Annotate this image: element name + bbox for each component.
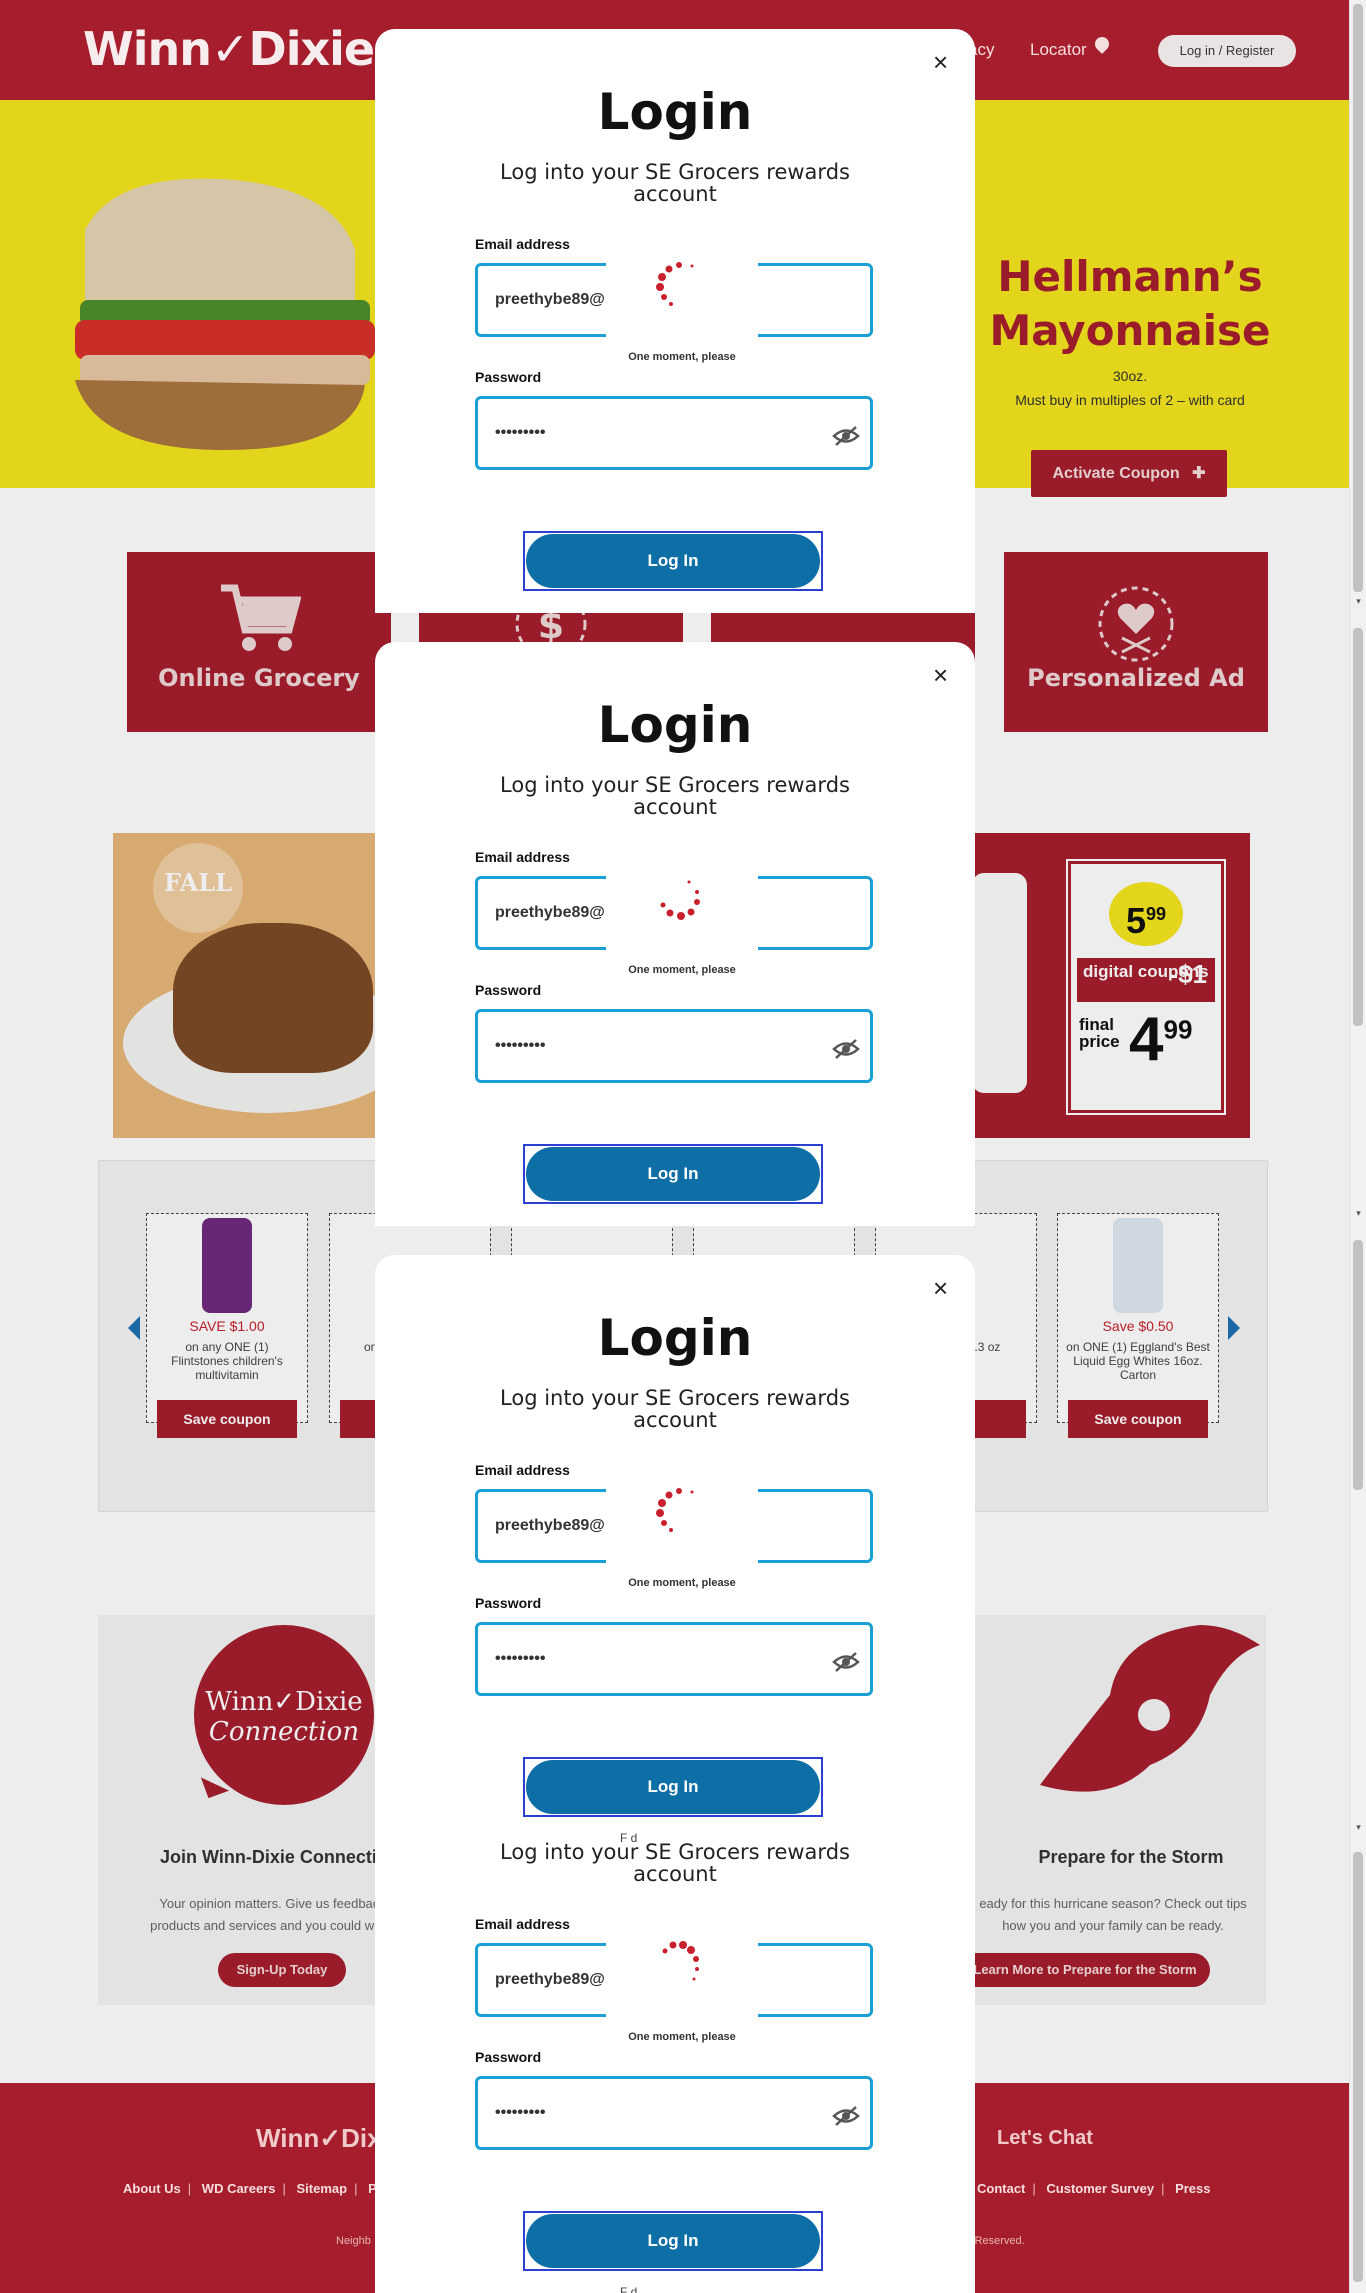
login-subtitle: Log into your SE Grocers rewards account bbox=[500, 1386, 850, 1432]
password-label: Password bbox=[475, 369, 542, 385]
location-pin-icon bbox=[1092, 34, 1112, 54]
scroll-down-arrow-icon[interactable]: ▾ bbox=[1353, 1822, 1364, 1832]
lets-chat-link[interactable]: Let's Chat bbox=[997, 2127, 1093, 2150]
login-subtitle: Log into your SE Grocers rewards account bbox=[500, 773, 850, 819]
scrollbar-thumb[interactable] bbox=[1353, 4, 1363, 592]
loading-indicator: One moment, please bbox=[606, 1481, 758, 1591]
login-title: Login bbox=[597, 696, 753, 754]
email-label: Email address bbox=[475, 1462, 570, 1478]
scroll-down-arrow-icon[interactable]: ▾ bbox=[1353, 1208, 1364, 1218]
login-button[interactable]: Log In bbox=[526, 1760, 820, 1814]
loading-text: One moment, please bbox=[628, 2031, 736, 2043]
hide-password-icon[interactable] bbox=[832, 425, 860, 447]
login-button[interactable]: Log In bbox=[526, 2214, 820, 2268]
login-button[interactable]: Log In bbox=[526, 1147, 820, 1201]
footer-link-contact[interactable]: Contact bbox=[977, 2181, 1025, 2196]
login-modal: × Login Log into your SE Grocers rewards… bbox=[375, 642, 975, 1226]
scrollbar-thumb[interactable] bbox=[1353, 1852, 1363, 2282]
forgot-password-partial[interactable]: F d bbox=[620, 2285, 637, 2293]
password-value: ••••••••• bbox=[495, 1650, 546, 1667]
email-value: preethybe89@ bbox=[495, 291, 605, 308]
login-title: Login bbox=[597, 83, 753, 141]
page-scrollbar[interactable]: ▾ ▾ ▾ bbox=[1349, 0, 1366, 2293]
spinner-icon bbox=[662, 1941, 699, 1981]
footer-copyright-left: Neighb bbox=[336, 2235, 371, 2247]
hide-password-icon[interactable] bbox=[832, 1651, 860, 1673]
login-title: Login bbox=[597, 1309, 753, 1367]
password-field[interactable]: ••••••••• bbox=[475, 1009, 873, 1083]
password-value: ••••••••• bbox=[495, 1037, 546, 1054]
close-icon[interactable]: × bbox=[933, 662, 948, 688]
email-label: Email address bbox=[475, 236, 570, 252]
loading-indicator: One moment, please bbox=[606, 255, 758, 365]
password-field[interactable]: ••••••••• bbox=[475, 2076, 873, 2150]
spinner-icon bbox=[660, 880, 700, 920]
loading-text: One moment, please bbox=[628, 964, 736, 976]
loading-indicator: One moment, please bbox=[606, 868, 758, 978]
login-subtitle: Log into your SE Grocers rewards account bbox=[500, 160, 850, 206]
password-value: ••••••••• bbox=[495, 2104, 546, 2121]
password-label: Password bbox=[475, 2049, 542, 2065]
scrollbar-thumb[interactable] bbox=[1353, 1240, 1363, 1490]
loading-text: One moment, please bbox=[628, 1577, 736, 1589]
winn-dixie-logo[interactable]: Winn✓Dixie bbox=[83, 22, 375, 76]
footer-logo[interactable]: Winn✓Dix bbox=[256, 2123, 382, 2154]
email-value: preethybe89@ bbox=[495, 1517, 605, 1534]
footer-link-sitemap[interactable]: Sitemap bbox=[297, 2181, 348, 2196]
nav-locator-link[interactable]: Locator bbox=[1030, 40, 1087, 60]
scrollbar-thumb[interactable] bbox=[1353, 628, 1363, 1026]
loading-indicator: One moment, please bbox=[606, 1935, 758, 2045]
loading-text: One moment, please bbox=[628, 351, 736, 363]
page: Winn✓Dixie acy Locator Log in / Register… bbox=[0, 0, 1349, 2293]
password-field[interactable]: ••••••••• bbox=[475, 396, 873, 470]
login-button-focus: Log In bbox=[523, 2211, 823, 2271]
password-value: ••••••••• bbox=[495, 424, 546, 441]
email-value: preethybe89@ bbox=[495, 904, 605, 921]
login-modal: × Login Log into your SE Grocers rewards… bbox=[375, 29, 975, 613]
footer-link-about-us[interactable]: About Us bbox=[123, 2181, 181, 2196]
login-button[interactable]: Log In bbox=[526, 534, 820, 588]
login-button-focus: Log In bbox=[523, 1757, 823, 1817]
login-register-button[interactable]: Log in / Register bbox=[1158, 35, 1296, 67]
footer-links-right: Contact | Customer Survey | Press bbox=[977, 2181, 1211, 2196]
footer-link-customer-survey[interactable]: Customer Survey bbox=[1046, 2181, 1154, 2196]
login-button-focus: Log In bbox=[523, 531, 823, 591]
email-label: Email address bbox=[475, 1916, 570, 1932]
email-label: Email address bbox=[475, 849, 570, 865]
close-icon[interactable]: × bbox=[933, 1275, 948, 1301]
spinner-icon bbox=[656, 262, 694, 306]
close-icon[interactable]: × bbox=[933, 49, 948, 75]
email-value: preethybe89@ bbox=[495, 1971, 605, 1988]
scroll-down-arrow-icon[interactable]: ▾ bbox=[1353, 596, 1364, 606]
footer-link-careers[interactable]: WD Careers bbox=[202, 2181, 276, 2196]
password-field[interactable]: ••••••••• bbox=[475, 1622, 873, 1696]
spinner-icon bbox=[656, 1488, 694, 1532]
hide-password-icon[interactable] bbox=[832, 2105, 860, 2127]
login-subtitle: Log into your SE Grocers rewards account bbox=[500, 1840, 850, 1886]
hide-password-icon[interactable] bbox=[832, 1038, 860, 1060]
password-label: Password bbox=[475, 1595, 542, 1611]
login-modal: × Login Log into your SE Grocers rewards… bbox=[375, 1255, 975, 2293]
password-label: Password bbox=[475, 982, 542, 998]
footer-links-left: About Us| WD Careers| Sitemap| Pr bbox=[116, 2181, 389, 2196]
login-button-focus: Log In bbox=[523, 1144, 823, 1204]
footer-link-press[interactable]: Press bbox=[1175, 2181, 1210, 2196]
